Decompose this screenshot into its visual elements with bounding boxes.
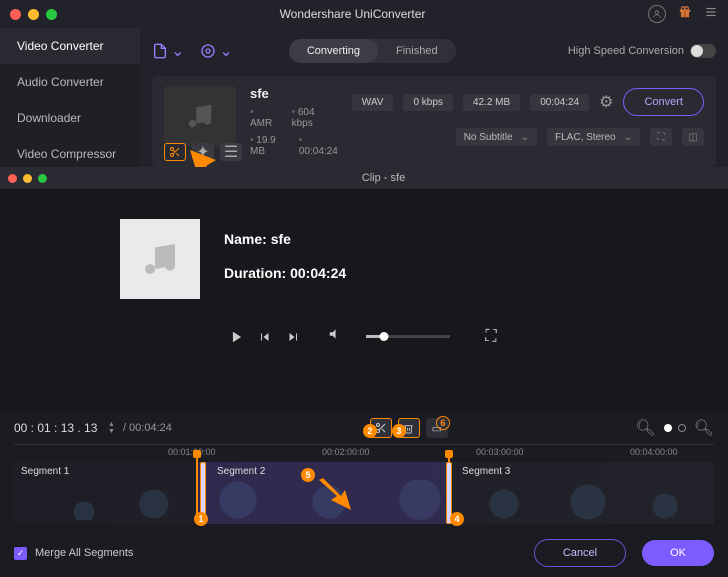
trim-icon[interactable]: [164, 143, 186, 161]
segment-2-label: Segment 2: [217, 466, 265, 477]
timecode-stepper[interactable]: ▲▼: [108, 421, 115, 435]
hispeed-toggle[interactable]: [690, 44, 716, 58]
out-size: 42.2 MB: [463, 94, 520, 111]
merge-checkbox[interactable]: ✓: [14, 547, 27, 560]
tab-converting[interactable]: Converting: [289, 39, 378, 63]
clip-panel: Clip - sfe Name: sfe Duration: 00:04:24 …: [0, 167, 728, 412]
status-tabs: Converting Finished: [289, 39, 456, 63]
duration-total: / 00:04:24: [123, 422, 172, 434]
clip-title: Clip - sfe: [47, 172, 720, 184]
zoom-in-icon[interactable]: 🔍︎: [694, 418, 714, 438]
sidebar-item-downloader[interactable]: Downloader: [0, 100, 140, 136]
zoom-out-icon[interactable]: 🔍︎: [635, 418, 655, 438]
callout-6: 6: [436, 416, 450, 430]
traffic-lights: [10, 9, 57, 20]
window-title: Wondershare UniConverter: [57, 7, 648, 21]
sidebar-item-audio-converter[interactable]: Audio Converter: [0, 64, 140, 100]
sidebar: Video Converter Audio Converter Download…: [0, 28, 140, 175]
next-frame-button[interactable]: [286, 330, 300, 344]
meta-bitrate: 604 kbps: [292, 107, 338, 129]
callout-3: 3: [392, 424, 406, 438]
meta-codec: AMR: [250, 107, 278, 129]
timeline-ruler: 00:01:00:00 00:02:00:00 00:03:00:00 00:0…: [14, 444, 714, 460]
ruler-tick: 00:01:00:00: [168, 447, 216, 457]
timecode-input[interactable]: [14, 421, 100, 435]
menu-icon[interactable]: [704, 5, 718, 24]
hispeed-label: High Speed Conversion: [568, 45, 684, 57]
clip-preview-thumb: [120, 219, 200, 299]
callout-5: 5: [301, 468, 315, 482]
segment-1-label: Segment 1: [21, 466, 69, 477]
subtitle-select[interactable]: No Subtitle: [456, 128, 537, 146]
callout-4: 4: [450, 512, 464, 526]
volume-slider[interactable]: [366, 335, 450, 338]
fullscreen-icon[interactable]: ⛶: [484, 330, 498, 344]
minimize-window-button[interactable]: [28, 9, 39, 20]
clip-name-label: Name:: [224, 231, 271, 247]
meta-duration: 00:04:24: [299, 135, 338, 157]
file-name: sfe: [250, 86, 338, 101]
convert-button[interactable]: Convert: [623, 88, 704, 116]
close-window-button[interactable]: [10, 9, 21, 20]
merge-label: Merge All Segments: [35, 547, 133, 559]
add-disc-button[interactable]: ⌄: [200, 41, 232, 61]
audio-profile-select[interactable]: FLAC, Stereo: [547, 128, 640, 146]
timeline-section: ▲▼ / 00:04:24 2 3 ▭ 6 🔍︎ 🔍︎ 00:01:00:00 …: [0, 412, 728, 577]
expand-icon[interactable]: ⛶: [650, 128, 672, 146]
maximize-window-button[interactable]: [46, 9, 57, 20]
callout-1: 1: [194, 512, 208, 526]
crop-icon[interactable]: ◫: [682, 128, 704, 146]
out-format: WAV: [352, 94, 394, 111]
window-titlebar: Wondershare UniConverter: [0, 0, 728, 28]
sidebar-item-video-converter[interactable]: Video Converter: [0, 28, 140, 64]
file-thumbnail: [164, 86, 236, 146]
segment-3-label: Segment 3: [462, 466, 510, 477]
gift-icon[interactable]: [678, 5, 692, 24]
clip-name-value: sfe: [271, 231, 291, 247]
meta-size: 19.9 MB: [250, 135, 285, 157]
clip-maximize-button[interactable]: [38, 174, 47, 183]
out-duration: 00:04:24: [530, 94, 589, 111]
clip-close-button[interactable]: [8, 174, 17, 183]
account-icon[interactable]: [648, 5, 666, 23]
gear-icon[interactable]: ⚙: [599, 92, 613, 112]
clip-duration-value: 00:04:24: [290, 265, 346, 281]
volume-icon[interactable]: [328, 327, 342, 346]
clip-duration-label: Duration:: [224, 265, 290, 281]
ruler-tick: 00:04:00:00: [630, 447, 678, 457]
cancel-button[interactable]: Cancel: [534, 539, 626, 567]
ruler-tick: 00:03:00:00: [476, 447, 524, 457]
prev-frame-button[interactable]: [258, 330, 272, 344]
play-button[interactable]: [230, 330, 244, 344]
ruler-tick: 00:02:00:00: [322, 447, 370, 457]
tab-finished[interactable]: Finished: [378, 39, 456, 63]
timeline-track[interactable]: Segment 1 Segment 2 Segment 3 1 4 5: [14, 462, 714, 524]
add-file-button[interactable]: ⌄: [152, 41, 184, 61]
clip-minimize-button[interactable]: [23, 174, 32, 183]
annotation-arrow-small-icon: [315, 476, 355, 512]
out-bitrate: 0 kbps: [403, 94, 452, 111]
zoom-dots: [664, 424, 686, 432]
callout-2: 2: [363, 424, 377, 438]
ok-button[interactable]: OK: [642, 540, 714, 566]
